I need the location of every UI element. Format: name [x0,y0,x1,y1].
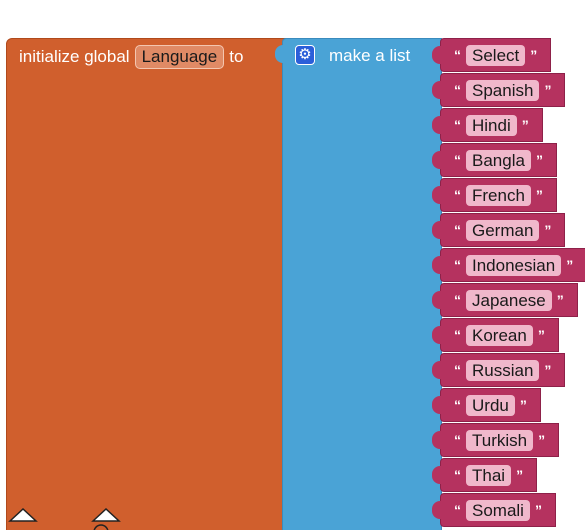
open-quote-icon: “ [454,257,461,273]
text-block[interactable]: “ Indonesian ” [431,248,585,282]
init-header: initialize global Language to [19,45,243,69]
text-value[interactable]: Select [466,44,526,66]
text-block[interactable]: “ Japanese ” [432,283,578,317]
triangle-up-icon[interactable] [8,507,38,523]
close-quote-icon: ” [516,467,524,483]
text-block[interactable]: “ Spanish ” [431,73,566,107]
circle-icon [93,524,109,530]
make-a-list-label: make a list [329,46,411,65]
init-suffix-label: to [229,47,244,66]
open-quote-icon: “ [454,467,461,483]
text-block[interactable]: “ Hindi ” [432,108,543,142]
open-quote-icon: “ [454,502,461,518]
open-quote-icon: “ [454,327,461,343]
text-value[interactable]: Thai [466,464,512,486]
open-quote-icon: “ [454,397,461,413]
close-quote-icon: ” [538,432,546,448]
text-value[interactable]: Somali [466,499,530,521]
text-value[interactable]: Urdu [466,394,515,416]
close-quote-icon: ” [535,152,543,168]
text-block[interactable]: “ Select ” [431,38,552,72]
text-block[interactable]: “ Thai ” [431,458,538,492]
text-block[interactable]: “ Urdu ” [432,388,541,422]
open-quote-icon: “ [454,47,461,63]
text-block[interactable]: “ French ” [432,178,557,212]
open-quote-icon: “ [454,432,461,448]
text-value[interactable]: Turkish [466,429,534,451]
text-value[interactable]: Japanese [466,289,552,311]
text-value[interactable]: French [466,184,531,206]
close-quote-icon: ” [566,257,574,273]
gear-icon[interactable]: ⚙ [295,45,315,65]
text-value[interactable]: Spanish [466,79,540,101]
text-block[interactable]: “ German ” [431,213,566,247]
close-quote-icon: ” [530,47,538,63]
close-quote-icon: ” [535,187,543,203]
open-quote-icon: “ [454,362,461,378]
text-value[interactable]: German [466,219,540,241]
open-quote-icon: “ [454,187,461,203]
initialize-global-block[interactable]: initialize global Language to [6,38,286,530]
text-value[interactable]: Korean [466,324,533,346]
text-value[interactable]: Hindi [466,114,517,136]
text-block[interactable]: “ Turkish ” [431,423,560,457]
text-block[interactable]: “ Russian ” [431,353,566,387]
close-quote-icon: ” [544,222,552,238]
make-a-list-block[interactable]: ⚙ make a list [275,38,442,530]
close-quote-icon: ” [537,327,545,343]
open-quote-icon: “ [454,117,461,133]
blocks-workspace[interactable]: initialize global Language to ⚙ make a l… [0,0,585,530]
open-quote-icon: “ [454,292,461,308]
open-quote-icon: “ [454,152,461,168]
text-value[interactable]: Bangla [466,149,531,171]
variable-name-field[interactable]: Language [134,45,225,69]
close-quote-icon: ” [519,397,527,413]
init-prefix-label: initialize global [19,47,130,66]
close-quote-icon: ” [544,82,552,98]
text-block[interactable]: “ Somali ” [432,493,556,527]
close-quote-icon: ” [521,117,529,133]
open-quote-icon: “ [454,222,461,238]
text-block[interactable]: “ Korean ” [432,318,559,352]
close-quote-icon: ” [534,502,542,518]
triangle-up-icon[interactable] [91,507,121,523]
text-value[interactable]: Russian [466,359,540,381]
close-quote-icon: ” [544,362,552,378]
text-value[interactable]: Indonesian [466,254,562,276]
text-block[interactable]: “ Bangla ” [432,143,557,177]
close-quote-icon: ” [556,292,564,308]
open-quote-icon: “ [454,82,461,98]
